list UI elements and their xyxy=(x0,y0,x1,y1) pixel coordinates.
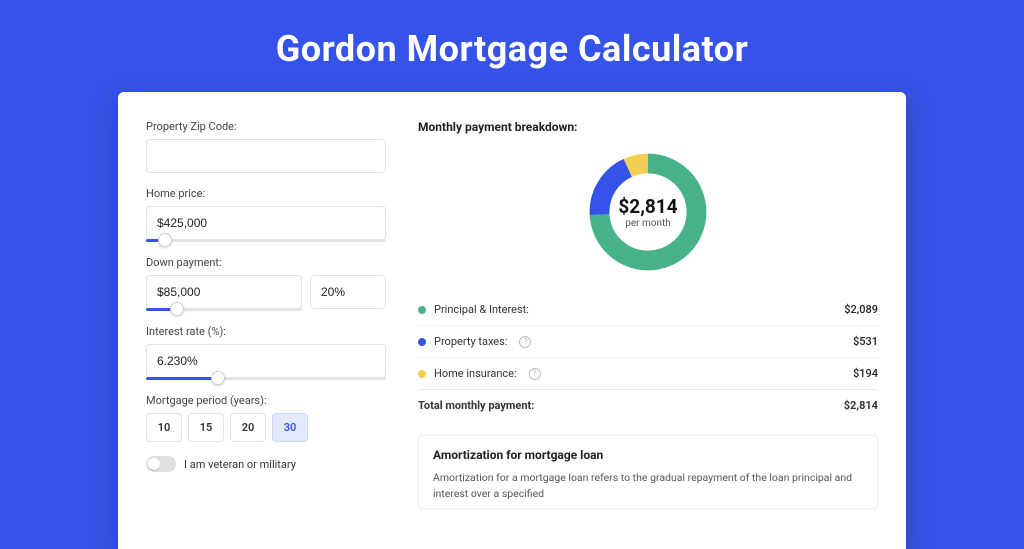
calculator-card: Property Zip Code: Home price: Down paym… xyxy=(118,92,906,549)
legend-dot xyxy=(418,306,426,314)
donut-center: $2,814 per month xyxy=(584,148,712,276)
legend: Principal & Interest: $2,089 Property taxe… xyxy=(418,294,878,421)
legend-row: Home insurance:? $194 xyxy=(418,357,878,389)
total-value: $2,814 xyxy=(844,399,878,412)
zip-input[interactable] xyxy=(146,139,386,173)
inputs-panel: Property Zip Code: Home price: Down paym… xyxy=(146,120,386,509)
period-option-30[interactable]: 30 xyxy=(272,413,308,442)
down-pct-input[interactable] xyxy=(310,275,386,309)
rate-input[interactable] xyxy=(146,344,386,378)
price-slider[interactable] xyxy=(146,239,386,242)
period-group: Mortgage period (years): 10152030 xyxy=(146,394,386,442)
legend-value: $194 xyxy=(853,367,878,380)
legend-label: Property taxes: xyxy=(434,335,507,348)
veteran-label: I am veteran or military xyxy=(184,458,296,471)
legend-row: Property taxes:? $531 xyxy=(418,325,878,357)
legend-row: Principal & Interest: $2,089 xyxy=(418,294,878,325)
rate-slider-thumb[interactable] xyxy=(211,371,225,385)
price-group: Home price: xyxy=(146,187,386,242)
zip-label: Property Zip Code: xyxy=(146,120,386,133)
price-input[interactable] xyxy=(146,206,386,240)
period-option-15[interactable]: 15 xyxy=(188,413,224,442)
legend-label: Home insurance: xyxy=(434,367,517,380)
legend-value: $531 xyxy=(853,335,878,348)
amortization-card: Amortization for mortgage loan Amortizat… xyxy=(418,435,878,509)
page-title: Gordon Mortgage Calculator xyxy=(0,0,1024,92)
period-label: Mortgage period (years): xyxy=(146,394,386,407)
veteran-row: I am veteran or military xyxy=(146,456,386,472)
total-label: Total monthly payment: xyxy=(418,399,534,412)
veteran-toggle[interactable] xyxy=(146,456,176,472)
price-slider-thumb[interactable] xyxy=(158,233,172,247)
donut-sub: per month xyxy=(625,218,671,229)
period-options: 10152030 xyxy=(146,413,386,442)
down-slider-thumb[interactable] xyxy=(170,302,184,316)
info-icon[interactable]: ? xyxy=(519,336,531,348)
info-icon[interactable]: ? xyxy=(529,368,541,380)
results-panel: Monthly payment breakdown: $2,814 per mo… xyxy=(418,120,878,509)
legend-value: $2,089 xyxy=(844,303,878,316)
legend-dot xyxy=(418,338,426,346)
down-group: Down payment: xyxy=(146,256,386,311)
legend-total-row: Total monthly payment: $2,814 xyxy=(418,389,878,421)
down-slider[interactable] xyxy=(146,308,302,311)
rate-slider[interactable] xyxy=(146,377,386,380)
down-amount-input[interactable] xyxy=(146,275,302,309)
amortization-title: Amortization for mortgage loan xyxy=(433,448,863,462)
rate-label: Interest rate (%): xyxy=(146,325,386,338)
zip-group: Property Zip Code: xyxy=(146,120,386,173)
price-label: Home price: xyxy=(146,187,386,200)
veteran-toggle-knob xyxy=(148,458,160,470)
rate-slider-fill xyxy=(146,377,218,380)
legend-dot xyxy=(418,370,426,378)
breakdown-title: Monthly payment breakdown: xyxy=(418,120,878,134)
legend-label: Principal & Interest: xyxy=(434,303,529,316)
period-option-20[interactable]: 20 xyxy=(230,413,266,442)
down-label: Down payment: xyxy=(146,256,386,269)
donut-chart: $2,814 per month xyxy=(584,148,712,276)
amortization-text: Amortization for a mortgage loan refers … xyxy=(433,470,863,502)
rate-group: Interest rate (%): xyxy=(146,325,386,380)
donut-wrap: $2,814 per month xyxy=(418,144,878,290)
donut-amount: $2,814 xyxy=(618,195,677,218)
period-option-10[interactable]: 10 xyxy=(146,413,182,442)
